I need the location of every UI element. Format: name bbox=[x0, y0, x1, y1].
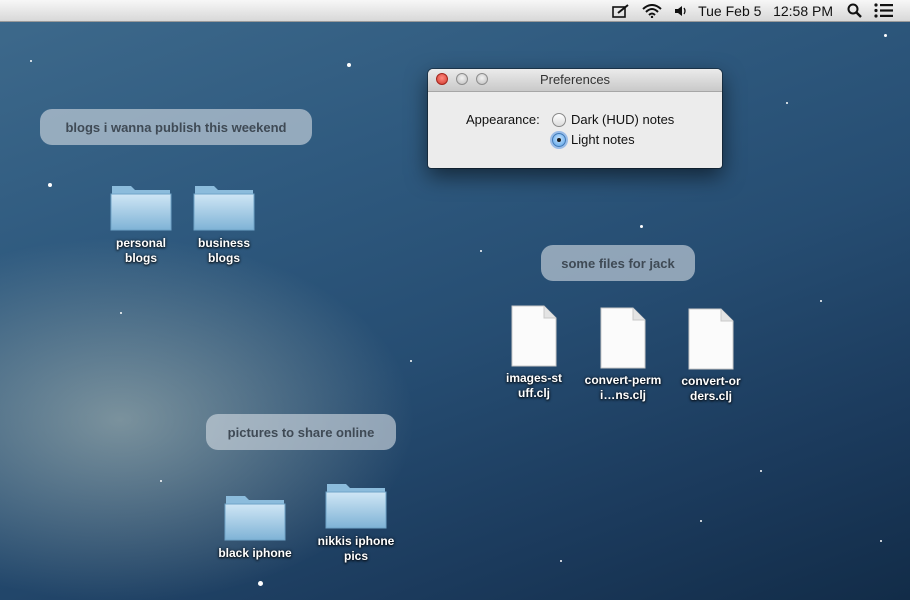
folder-personal-blogs[interactable]: personal blogs bbox=[96, 180, 186, 266]
folder-icon bbox=[193, 186, 255, 231]
spotlight-icon[interactable] bbox=[847, 0, 862, 21]
preferences-window: Preferences Appearance: Dark (HUD) notes… bbox=[428, 69, 722, 168]
menubar-clock[interactable]: Tue Feb 5 12:58 PM bbox=[698, 0, 833, 21]
menu-bar: Tue Feb 5 12:58 PM bbox=[0, 0, 910, 22]
group-label-pictures[interactable]: pictures to share online bbox=[206, 414, 396, 450]
document-images-stuff[interactable]: images-stuff.clj bbox=[489, 305, 579, 401]
radio-button-selected[interactable] bbox=[552, 132, 566, 147]
radio-label-dark: Dark (HUD) notes bbox=[571, 112, 675, 127]
item-label: black iphone bbox=[218, 546, 292, 560]
item-label: images-stuff.clj bbox=[505, 371, 563, 400]
item-label: business blogs bbox=[197, 236, 251, 265]
group-label-jack-files[interactable]: some files for jack bbox=[541, 245, 695, 281]
document-icon bbox=[600, 307, 646, 369]
document-icon bbox=[511, 305, 557, 367]
folder-black-iphone[interactable]: black iphone bbox=[210, 490, 300, 561]
folder-nikkis-iphone-pics[interactable]: nikkis iphone pics bbox=[311, 478, 401, 564]
window-titlebar[interactable]: Preferences bbox=[428, 69, 722, 92]
item-label: personal blogs bbox=[115, 236, 166, 265]
radio-dark-hud-notes[interactable]: Dark (HUD) notes bbox=[552, 112, 674, 127]
volume-icon[interactable] bbox=[674, 0, 688, 21]
document-convert-permissions[interactable]: convert-permi…ns.clj bbox=[578, 307, 668, 403]
radio-light-notes[interactable]: Light notes bbox=[552, 132, 635, 147]
item-label: nikkis iphone pics bbox=[317, 534, 395, 563]
folder-business-blogs[interactable]: business blogs bbox=[179, 180, 269, 266]
appearance-label: Appearance: bbox=[466, 112, 540, 127]
radio-button-unselected[interactable] bbox=[552, 112, 566, 127]
window-title: Preferences bbox=[539, 72, 611, 87]
wifi-icon[interactable] bbox=[642, 0, 662, 21]
folder-icon bbox=[224, 496, 286, 541]
radio-label-light: Light notes bbox=[571, 132, 635, 147]
document-icon bbox=[688, 308, 734, 370]
item-label: convert-permi…ns.clj bbox=[584, 373, 662, 402]
folder-icon bbox=[110, 186, 172, 231]
folder-icon bbox=[325, 484, 387, 529]
notification-center-icon[interactable] bbox=[874, 0, 894, 21]
document-convert-orders[interactable]: convert-orders.clj bbox=[666, 308, 756, 404]
group-label-blogs[interactable]: blogs i wanna publish this weekend bbox=[40, 109, 312, 145]
notes-icon[interactable] bbox=[612, 0, 630, 21]
item-label: convert-orders.clj bbox=[681, 374, 741, 403]
